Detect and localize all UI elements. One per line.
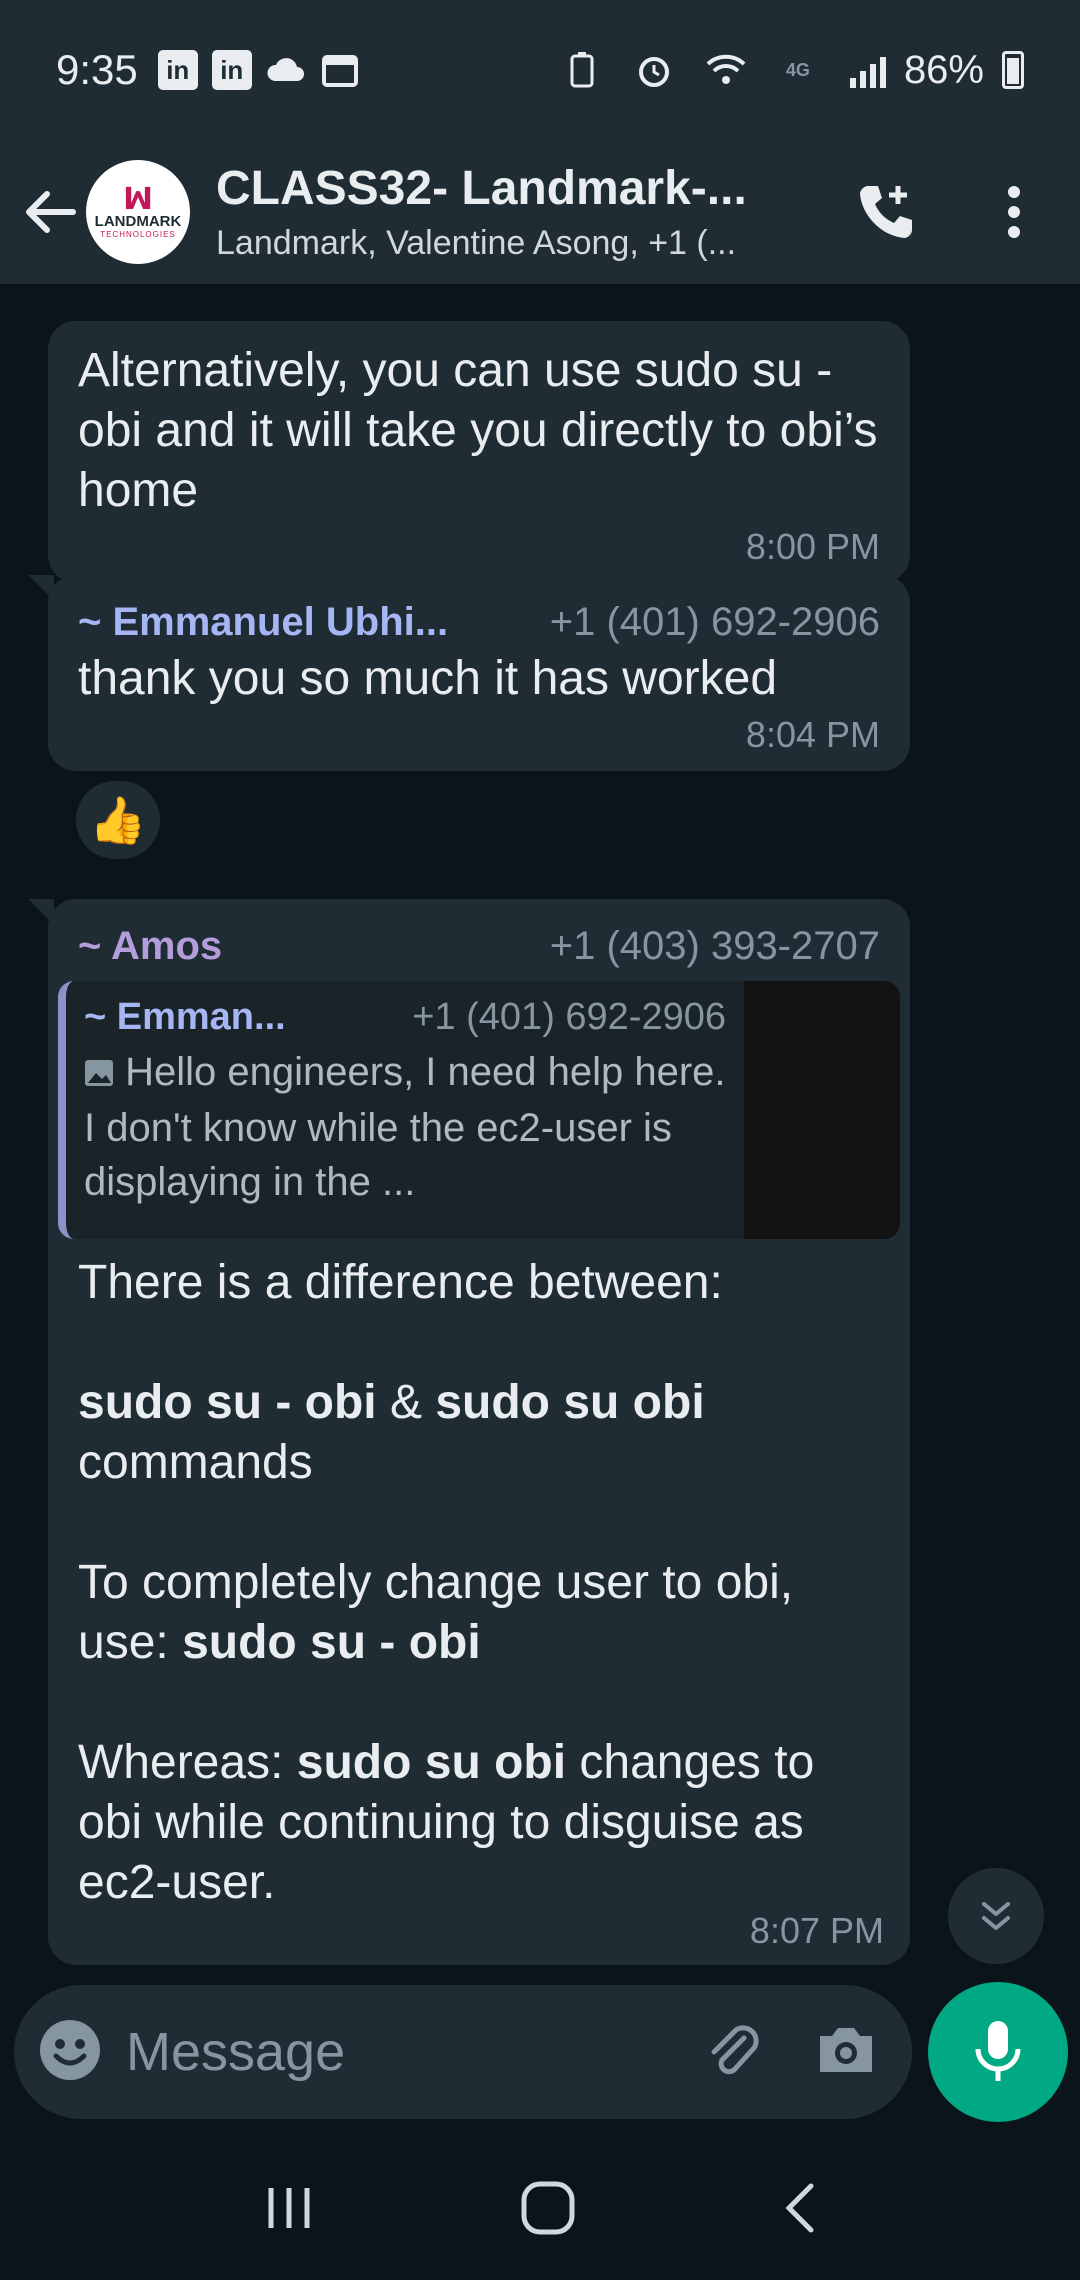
landmark-logo-icon: ꟽ — [123, 182, 153, 216]
command-text: sudo su - obi — [182, 1616, 481, 1669]
chat-header: ꟽ LANDMARK TECHNOLOGIES CLASS32- Landmar… — [0, 140, 1080, 285]
attach-icon[interactable] — [700, 2018, 764, 2087]
sender-phone: +1 (401) 692-2906 — [549, 600, 880, 644]
message-line: Whereas: sudo su obi changes to obi whil… — [78, 1733, 880, 1913]
avatar-logo-text: LANDMARK — [94, 212, 182, 230]
camera-icon[interactable] — [814, 2022, 878, 2083]
quoted-sender: ~ Emman... — [84, 996, 286, 1038]
message-composer[interactable]: Message — [14, 1985, 912, 2119]
back-arrow-icon[interactable] — [20, 182, 80, 242]
chevron-double-down-icon — [982, 1902, 1010, 1930]
quoted-message[interactable]: ~ Emman... +1 (401) 692-2906 Hello engin… — [58, 981, 900, 1239]
status-bar: 9:35 in in 4G 86% — [0, 0, 1080, 140]
avatar-logo-subtext: TECHNOLOGIES — [100, 229, 176, 239]
quoted-text: Hello engineers, I need help here. I don… — [84, 1050, 726, 1205]
sender-phone: +1 (403) 393-2707 — [549, 924, 880, 968]
quoted-image-thumbnail — [744, 981, 900, 1239]
network-type-icon: 4G — [785, 59, 810, 80]
message-time: 8:07 PM — [749, 1910, 884, 1951]
battery-saver-icon — [562, 50, 602, 90]
emoji-icon[interactable] — [38, 2018, 102, 2087]
system-nav-bar — [0, 2140, 1080, 2280]
message-line: There is a difference between: — [78, 1256, 723, 1309]
signal-icon — [849, 52, 886, 88]
message-fragment: Whereas: — [78, 1736, 297, 1789]
quoted-phone: +1 (401) 692-2906 — [412, 996, 726, 1038]
command-text: sudo su obi — [296, 1736, 567, 1789]
message-time: 8:00 PM — [745, 526, 880, 567]
status-time: 9:35 — [56, 46, 138, 93]
sender-name[interactable]: ~ Amos — [78, 919, 222, 973]
cloud-icon — [266, 50, 306, 90]
command-text: sudo su obi — [435, 1376, 705, 1429]
alarm-icon — [634, 50, 674, 90]
chat-participants: Landmark, Valentine Asong, +1 (... — [216, 224, 737, 262]
message-time: 8:04 PM — [745, 714, 880, 755]
chat-area[interactable]: Alternatively, you can use sudo su - obi… — [0, 285, 1080, 1985]
scroll-to-bottom-button[interactable] — [948, 1868, 1044, 1964]
command-text: sudo su - obi — [78, 1376, 377, 1429]
message-input[interactable]: Message — [126, 2021, 345, 2083]
home-icon[interactable] — [520, 2180, 576, 2241]
sender-name[interactable]: ~ Emmanuel Ubhi... — [78, 595, 448, 649]
message-bubble[interactable]: ~ Emmanuel Ubhi... +1 (401) 692-2906 tha… — [28, 575, 910, 771]
mic-icon — [975, 2021, 1021, 2081]
chat-title: CLASS32- Landmark-... — [216, 162, 747, 215]
message-line: sudo su - obi & sudo su obi — [78, 1373, 880, 1433]
message-fragment: & — [376, 1376, 436, 1429]
chat-title-block[interactable]: CLASS32- Landmark-... Landmark, Valentin… — [216, 161, 816, 263]
thumbs-up-icon: 👍 — [89, 793, 147, 846]
message-text: Alternatively, you can use sudo su - obi… — [78, 344, 878, 517]
nav-back-icon[interactable] — [779, 2180, 819, 2241]
message-text: There is a difference between: sudo su -… — [78, 1253, 880, 1913]
message-bubble[interactable]: Alternatively, you can use sudo su - obi… — [48, 321, 910, 583]
recents-icon[interactable] — [261, 2184, 317, 2237]
reaction-badge[interactable]: 👍 — [72, 777, 164, 863]
message-line: To completely change user to obi, use: s… — [78, 1553, 880, 1673]
linkedin-icon: in — [157, 50, 198, 90]
group-avatar[interactable]: ꟽ LANDMARK TECHNOLOGIES — [86, 160, 190, 264]
mic-button[interactable] — [928, 1982, 1068, 2122]
image-icon — [84, 1047, 114, 1101]
battery-percent: 86% — [903, 47, 984, 92]
message-bubble[interactable]: ~ Amos +1 (403) 393-2707 ~ Emman... +1 (… — [28, 899, 910, 1965]
battery-icon — [1002, 51, 1024, 89]
message-text: thank you so much it has worked — [78, 652, 778, 705]
calendar-icon — [320, 50, 360, 90]
wifi-icon — [706, 50, 746, 90]
add-call-icon[interactable] — [850, 176, 922, 248]
linkedin-icon: in — [211, 50, 252, 90]
more-vert-icon[interactable] — [978, 176, 1050, 248]
message-line: commands — [78, 1436, 313, 1489]
